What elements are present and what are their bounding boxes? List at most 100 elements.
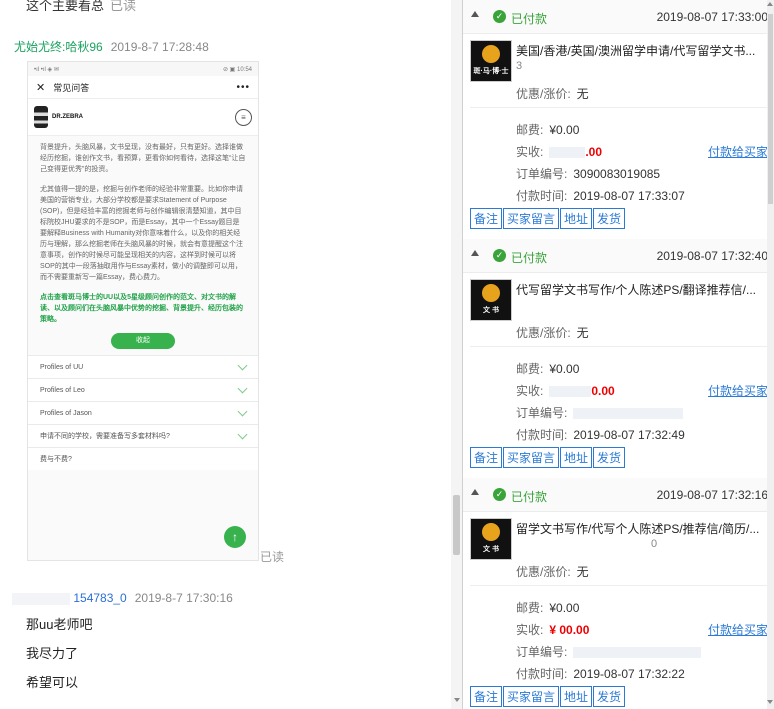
order-number-row: 订单编号: 3090083019085 [516, 165, 660, 182]
scrollbar-thumb[interactable] [768, 14, 773, 204]
chat-image-screenshot[interactable]: •ıl •ıl ◈ ✉ ⊘ ▣ 10:54 ✕ 常见问答 ••• DR.ZEBR… [27, 61, 259, 561]
discount-row: 优惠/涨价: 无 [516, 85, 589, 102]
ship-button[interactable]: 发货 [593, 686, 626, 707]
discount-value: 无 [576, 87, 589, 101]
note-button[interactable]: 备注 [470, 447, 503, 468]
product-title[interactable]: 美国/香港/英国/澳洲留学申请/代写留学文书... [516, 42, 768, 59]
scroll-up-icon[interactable] [767, 2, 773, 6]
faq-item: 费与不费? [28, 447, 258, 470]
product-subtitle: 3 [516, 60, 523, 72]
collapse-caret-icon[interactable] [471, 11, 479, 17]
phone-page-title: 常见问答 [53, 82, 90, 93]
paid-amount: ¥ 00.00 [549, 623, 590, 637]
pay-time-value: 2019-08-07 17:32:49 [573, 428, 685, 442]
chat-message: 那uu老师吧 [26, 617, 93, 632]
battery-time: ⊘ ▣ 10:54 [222, 66, 252, 73]
faq-item: Profiles of UU [28, 355, 258, 378]
address-button[interactable]: 地址 [560, 208, 593, 229]
postage-value: ¥0.00 [549, 123, 580, 137]
zebra-logo-icon [34, 106, 48, 128]
order-actions: 备注 买家留言 地址 发货 [470, 686, 626, 707]
note-button[interactable]: 备注 [470, 208, 503, 229]
masked-amount [549, 386, 592, 398]
ship-button[interactable]: 发货 [593, 208, 626, 229]
buyer-message-button[interactable]: 买家留言 [503, 208, 560, 229]
product-thumbnail[interactable]: 文 书 [470, 518, 512, 560]
collapse-caret-icon[interactable] [471, 489, 479, 495]
scroll-down-icon[interactable] [767, 700, 773, 704]
paid-label: 实收: [516, 384, 544, 398]
pay-buyer-link[interactable]: 付款给买家 [708, 621, 768, 638]
order-number-value: 3090083019085 [573, 167, 661, 181]
postage-label: 邮费: [516, 362, 544, 376]
orders-pane: ✓ 已付款 2019-08-07 17:33:00 斑·马·博·士 美国/香港/… [463, 0, 774, 709]
check-circle-icon: ✓ [493, 10, 506, 23]
product-thumbnail[interactable]: 斑·马·博·士 [470, 40, 512, 82]
thumbnail-caption: 斑·马·博·士 [473, 68, 509, 75]
sender-nickname[interactable]: 154783_0 [73, 591, 126, 605]
orders-scrollbar[interactable] [767, 0, 774, 709]
discount-value: 无 [576, 565, 589, 579]
chat-message-top: 这个主要看总 已读 [26, 0, 136, 14]
phone-brand-bar: DR.ZEBRA ≡ [28, 99, 258, 136]
paid-label: 实收: [516, 145, 544, 159]
paid-label: 实收: [516, 623, 544, 637]
collapse-button: 收起 [111, 333, 175, 349]
phone-paragraph: 背景提升，头脑风暴，文书呈现，没有最好，只有更好。选择谁做经历挖掘，谁创作文书，… [40, 144, 246, 173]
chat-scrollbar[interactable] [451, 0, 462, 709]
more-icon: ••• [236, 81, 250, 93]
divider [470, 585, 768, 586]
order-card: ✓ 已付款 2019-08-07 17:33:00 斑·马·博·士 美国/香港/… [463, 0, 770, 239]
thumbnail-caption: 文 书 [483, 307, 499, 314]
ship-button[interactable]: 发货 [593, 447, 626, 468]
pay-buyer-link[interactable]: 付款给买家 [708, 143, 768, 160]
product-thumbnail[interactable]: 文 书 [470, 279, 512, 321]
order-number-label: 订单编号: [516, 406, 568, 420]
message-time: 2019-8-7 17:30:16 [134, 591, 233, 605]
buyer-message-button[interactable]: 买家留言 [503, 686, 560, 707]
postage-value: ¥0.00 [549, 601, 580, 615]
scrollbar-thumb[interactable] [453, 495, 460, 555]
paid-amount: 0.00 [591, 384, 615, 398]
chevron-down-icon [237, 360, 248, 370]
scroll-top-icon: ↑ [224, 526, 246, 548]
chat-message: 希望可以 [26, 675, 79, 690]
address-button[interactable]: 地址 [560, 447, 593, 468]
pay-time-label: 付款时间: [516, 667, 568, 681]
order-time: 2019-08-07 17:32:16 [656, 488, 768, 502]
chat-message: 我尽力了 [26, 646, 79, 661]
order-status: 已付款 [511, 12, 548, 26]
order-header: ✓ 已付款 2019-08-07 17:32:16 [463, 478, 770, 512]
sender-nickname[interactable]: 尤始尤终:哈秋96 [14, 40, 103, 54]
discount-label: 优惠/涨价: [516, 326, 571, 340]
buyer-message-button[interactable]: 买家留言 [503, 447, 560, 468]
message-header: 尤始尤终:哈秋96 2019-8-7 17:28:48 [14, 38, 209, 55]
scroll-down-icon[interactable] [454, 698, 460, 702]
note-button[interactable]: 备注 [470, 686, 503, 707]
pay-time-row: 付款时间: 2019-08-07 17:33:07 [516, 187, 685, 204]
order-status: 已付款 [511, 251, 548, 265]
faq-item: Profiles of Jason [28, 401, 258, 424]
pay-time-row: 付款时间: 2019-08-07 17:32:49 [516, 426, 685, 443]
check-circle-icon: ✓ [493, 488, 506, 501]
paid-row: 实收: ¥ 00.00 [516, 621, 589, 638]
paid-amount: .00 [585, 145, 603, 159]
divider [470, 346, 768, 347]
postage-row: 邮费: ¥0.00 [516, 360, 579, 377]
product-title[interactable]: 代写留学文书写作/个人陈述PS/翻译推荐信/... [516, 281, 768, 298]
check-circle-icon: ✓ [493, 249, 506, 262]
collapse-caret-icon[interactable] [471, 250, 479, 256]
phone-status-bar: •ıl •ıl ◈ ✉ ⊘ ▣ 10:54 [28, 62, 258, 76]
faq-item: 申请不同的学校，需要准备写多套材料吗? [28, 424, 258, 447]
read-receipt: 已读 [110, 0, 137, 13]
pay-buyer-link[interactable]: 付款给买家 [708, 382, 768, 399]
zebra-logo-icon [482, 284, 500, 302]
masked-nickname [12, 592, 70, 605]
faq-label: 费与不费? [40, 456, 72, 463]
pay-time-value: 2019-08-07 17:32:22 [573, 667, 685, 681]
address-button[interactable]: 地址 [560, 686, 593, 707]
product-title[interactable]: 留学文书写作/代写个人陈述PS/推荐信/简历/... [516, 520, 768, 537]
chevron-down-icon [237, 383, 248, 393]
zebra-logo-icon [482, 523, 500, 541]
thumbnail-caption: 文 书 [483, 546, 499, 553]
